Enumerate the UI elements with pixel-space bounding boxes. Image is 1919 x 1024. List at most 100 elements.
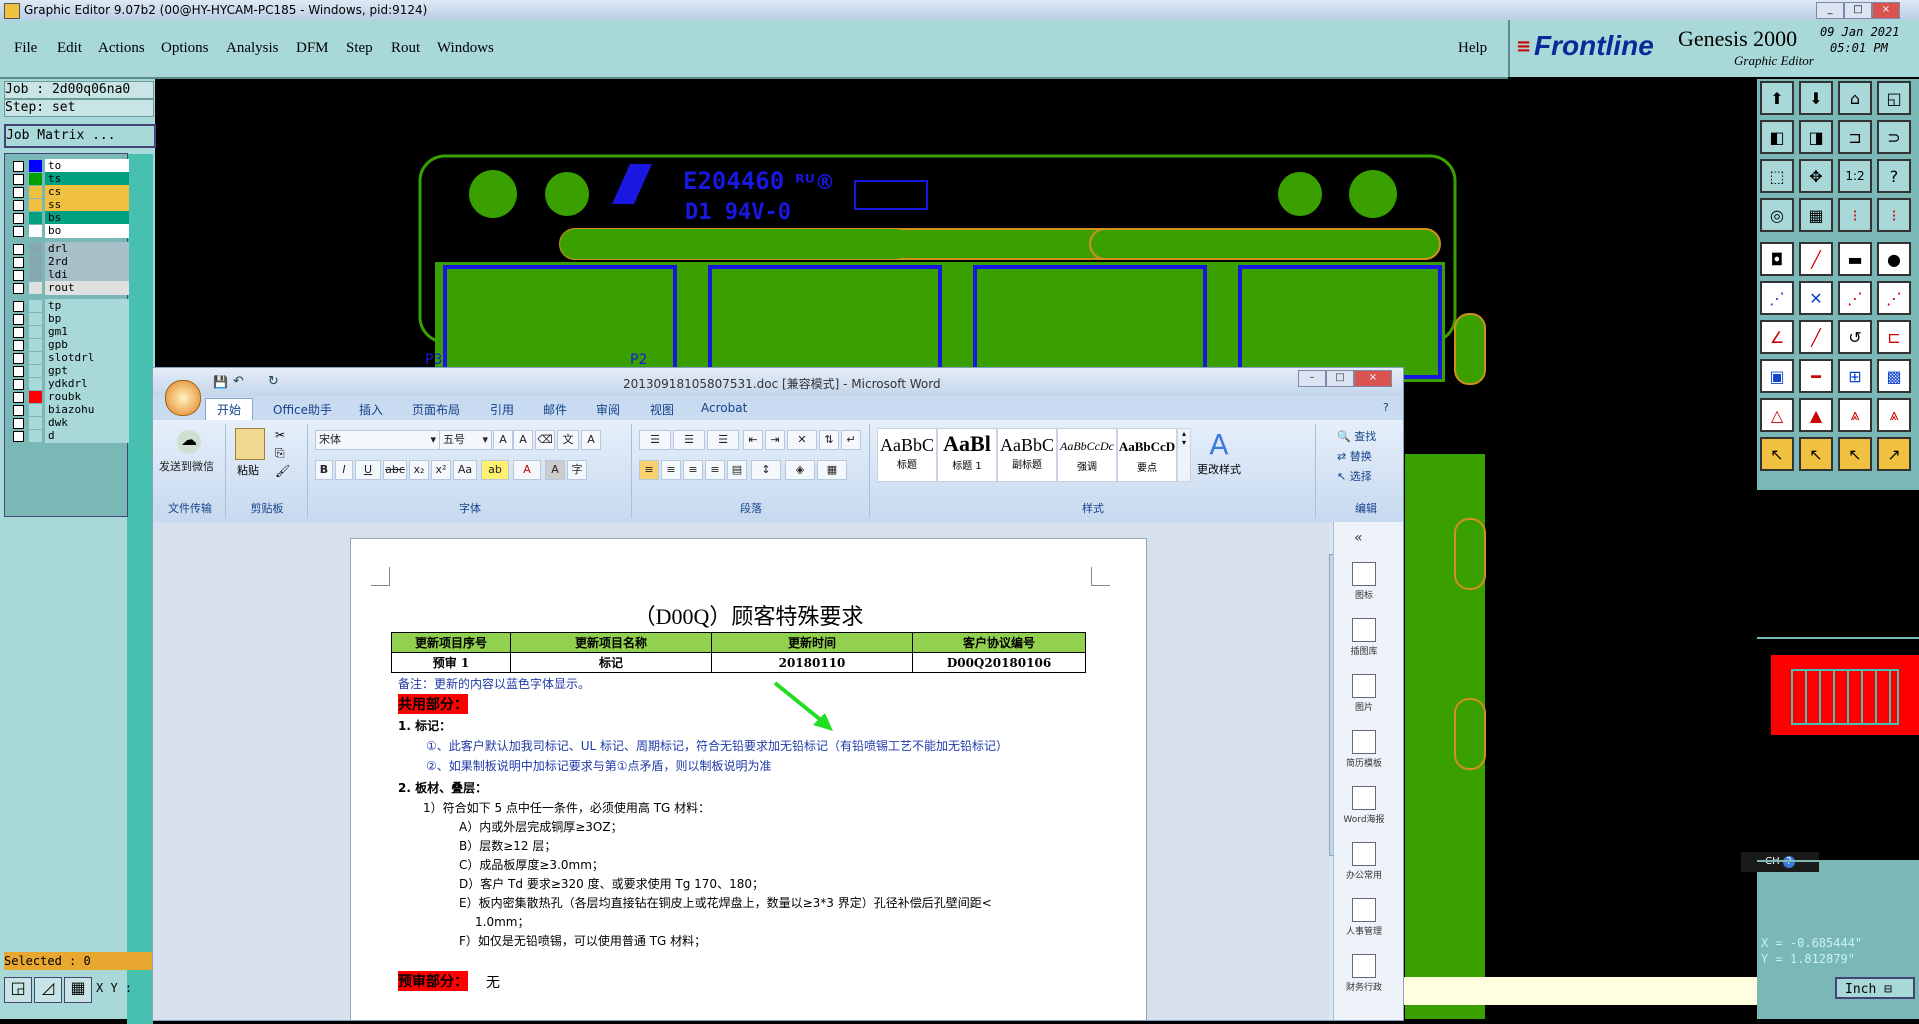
tool-icon[interactable]: ⊐: [1838, 120, 1872, 154]
layer-checkbox[interactable]: [13, 200, 24, 211]
font-color-icon[interactable]: A: [513, 460, 541, 480]
font-size-select[interactable]: 五号 ▾: [439, 430, 492, 450]
multilevel-list-icon[interactable]: ☰: [707, 430, 739, 450]
tool-icon[interactable]: ⁝: [1877, 198, 1911, 232]
redo-icon[interactable]: ↻: [268, 374, 279, 389]
tab-office-assistant[interactable]: Office助手: [273, 401, 332, 418]
side-item-resume[interactable]: 简历模板: [1334, 730, 1394, 769]
tool-icon[interactable]: ▩: [1877, 359, 1911, 393]
layer-checkbox[interactable]: [13, 174, 24, 185]
save-icon[interactable]: 💾: [213, 375, 228, 389]
side-item-finance[interactable]: 财务行政: [1334, 954, 1394, 993]
enclose-char-icon[interactable]: 字: [567, 460, 587, 480]
tool-icon[interactable]: ⋰: [1877, 281, 1911, 315]
layer-checkbox[interactable]: [13, 314, 24, 325]
layer-checkbox[interactable]: [13, 379, 24, 390]
char-shading-icon[interactable]: A: [545, 460, 565, 480]
layer-checkbox[interactable]: [13, 327, 24, 338]
pointer-icon[interactable]: ↖: [1838, 437, 1872, 471]
job-matrix-button[interactable]: Job Matrix ...: [4, 124, 156, 148]
superscript-icon[interactable]: x²: [431, 460, 451, 480]
layer-checkbox[interactable]: [13, 392, 24, 403]
help-icon[interactable]: ?: [1383, 401, 1389, 414]
layer-checkbox[interactable]: [13, 431, 24, 442]
pointer-icon[interactable]: ↖: [1799, 437, 1833, 471]
help-icon[interactable]: ?: [1877, 159, 1911, 193]
tab-home[interactable]: 开始: [217, 401, 241, 418]
layer-row[interactable]: to: [7, 159, 129, 173]
italic-icon[interactable]: I: [335, 460, 353, 480]
copy-icon[interactable]: ⎘: [275, 446, 285, 461]
layer-checkbox[interactable]: [13, 226, 24, 237]
layer-checkbox[interactable]: [13, 161, 24, 172]
borders-icon[interactable]: ▦: [817, 460, 847, 480]
home-icon[interactable]: ⌂: [1838, 81, 1872, 115]
tab-mailings[interactable]: 邮件: [543, 401, 567, 418]
layer-row[interactable]: biazohu: [7, 403, 129, 417]
replace-button[interactable]: ⇄ 替换: [1337, 448, 1372, 464]
char-border-icon[interactable]: A: [581, 430, 601, 450]
menu-rout[interactable]: Rout: [391, 40, 420, 57]
grid-icon[interactable]: ▦: [64, 977, 92, 1003]
pointer-icon[interactable]: ↖: [1760, 437, 1794, 471]
find-button[interactable]: 🔍 查找: [1337, 428, 1376, 444]
layer-checkbox[interactable]: [13, 283, 24, 294]
tab-review[interactable]: 审阅: [596, 401, 620, 418]
zoom-fit-icon[interactable]: ⬚: [1760, 159, 1794, 193]
sort-icon[interactable]: ⇅: [819, 430, 839, 450]
command-line[interactable]: [1402, 977, 1757, 1005]
layer-row[interactable]: ss: [7, 198, 129, 212]
paste-button[interactable]: 粘贴: [237, 462, 259, 478]
layer-row[interactable]: bp: [7, 312, 129, 326]
layer-checkbox[interactable]: [13, 301, 24, 312]
menu-analysis[interactable]: Analysis: [226, 40, 279, 57]
send-to-wechat-button[interactable]: 发送到微信: [159, 458, 214, 474]
tab-acrobat[interactable]: Acrobat: [701, 401, 747, 415]
tool-icon[interactable]: ▲: [1799, 398, 1833, 432]
layer-row[interactable]: bs: [7, 211, 129, 225]
side-item-pictures[interactable]: 图片: [1334, 674, 1394, 713]
layer-row[interactable]: cs: [7, 185, 129, 199]
wechat-icon[interactable]: ☁: [177, 430, 201, 454]
tool-icon[interactable]: △: [1760, 398, 1794, 432]
tab-insert[interactable]: 插入: [359, 401, 383, 418]
align-center-icon[interactable]: ≡: [661, 460, 681, 480]
scale-icon[interactable]: 1:2: [1838, 159, 1872, 193]
measure-icon[interactable]: ◿: [34, 977, 62, 1003]
subscript-icon[interactable]: x₂: [409, 460, 429, 480]
tool-icon[interactable]: ◱: [1877, 81, 1911, 115]
layer-checkbox[interactable]: [13, 213, 24, 224]
layer-row[interactable]: rout: [7, 281, 129, 295]
pointer-icon[interactable]: ↗: [1877, 437, 1911, 471]
ime-indicator[interactable]: CH ?: [1741, 852, 1819, 872]
tool-icon[interactable]: ━: [1799, 359, 1833, 393]
menu-edit[interactable]: Edit: [57, 40, 82, 57]
side-item-hr[interactable]: 人事管理: [1334, 898, 1394, 937]
style-subtitle[interactable]: AaBbC 副标题: [997, 428, 1057, 482]
change-styles-button[interactable]: A 更改样式: [1193, 428, 1245, 477]
tool-icon[interactable]: ⋰: [1760, 281, 1794, 315]
layer-row[interactable]: dwk: [7, 416, 129, 430]
tool-icon[interactable]: ⊞: [1838, 359, 1872, 393]
layer-checkbox[interactable]: [13, 353, 24, 364]
underline-icon[interactable]: U: [355, 460, 381, 480]
font-name-select[interactable]: 宋体 ▾: [315, 430, 440, 450]
tool-icon[interactable]: ⩓: [1877, 398, 1911, 432]
layer-row[interactable]: ldi: [7, 268, 129, 282]
layer-checkbox[interactable]: [13, 366, 24, 377]
layer-checkbox[interactable]: [13, 244, 24, 255]
office-button[interactable]: [165, 380, 201, 416]
strikethrough-icon[interactable]: abc: [383, 460, 407, 480]
layer-row[interactable]: ydkdrl: [7, 377, 129, 391]
tool-icon[interactable]: ◨: [1799, 120, 1833, 154]
tool-icon[interactable]: ⬇: [1799, 81, 1833, 115]
style-title[interactable]: AaBbC 标题: [877, 428, 937, 482]
phonetic-icon[interactable]: 文: [557, 430, 579, 450]
arc-icon[interactable]: ↺: [1838, 320, 1872, 354]
styles-scroll[interactable]: ▴ ▾: [1177, 428, 1191, 482]
clear-format-icon[interactable]: ⌫: [535, 430, 555, 450]
shrink-font-icon[interactable]: A: [513, 430, 533, 450]
word-maximize-button[interactable]: □: [1326, 370, 1354, 387]
style-emphasis[interactable]: AaBbCcDc 强调: [1057, 428, 1117, 482]
line-icon[interactable]: ╱: [1799, 242, 1833, 276]
